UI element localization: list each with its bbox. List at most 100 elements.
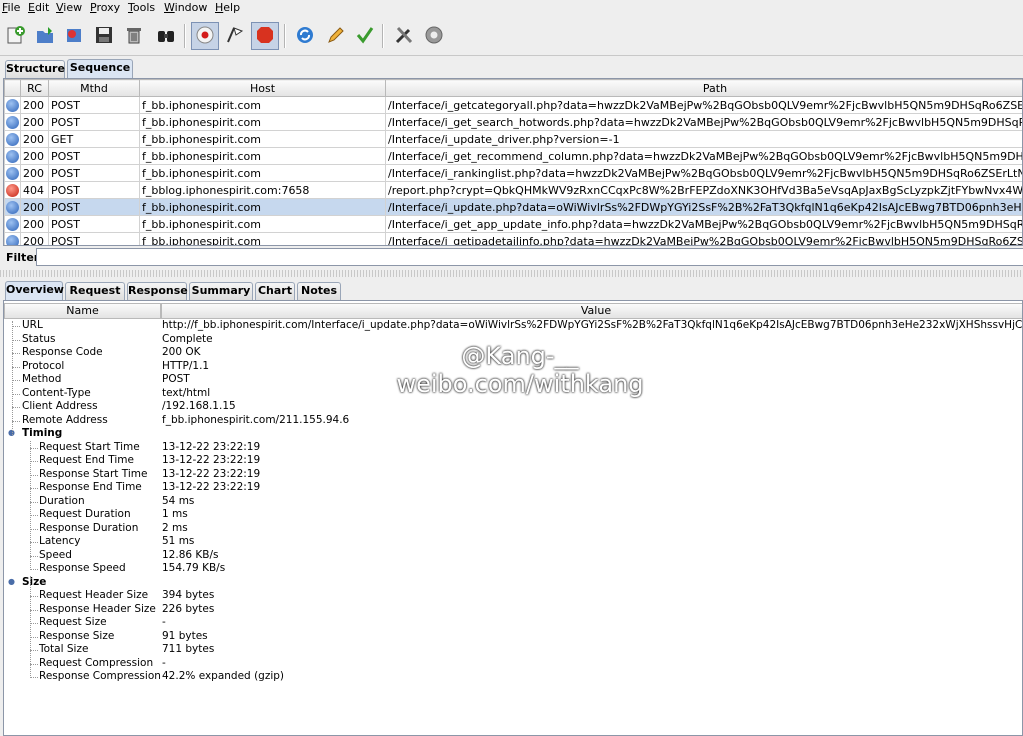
settings-button[interactable]: [420, 22, 448, 50]
tab-response[interactable]: Response: [127, 282, 188, 300]
cell-method: POST: [48, 232, 140, 245]
expand-toggle-icon[interactable]: ●: [8, 577, 15, 585]
open-button[interactable]: [31, 22, 59, 50]
tab-notes[interactable]: Notes: [297, 282, 341, 300]
tab-overview[interactable]: Overview: [5, 281, 64, 300]
property-value: f_bb.iphonespirit.com/211.155.94.6: [162, 413, 350, 426]
cell-method: GET: [48, 130, 140, 148]
cell-host: f_bb.iphonespirit.com: [139, 198, 386, 216]
tab-structure[interactable]: Structure: [5, 60, 65, 78]
status-cell: [4, 232, 21, 245]
tree-row[interactable]: Response Duration 2 ms: [4, 522, 1022, 536]
cell-rc: 200: [20, 113, 49, 131]
table-row[interactable]: 200 POST f_bb.iphonespirit.com/Interface/i…: [4, 232, 1022, 245]
split-divider[interactable]: [0, 270, 1023, 277]
clear-button[interactable]: [120, 22, 148, 50]
tree-row[interactable]: Duration 54 ms: [4, 495, 1022, 509]
tree-connector: [12, 366, 20, 368]
column-value[interactable]: Value: [161, 303, 1022, 319]
throttle-button[interactable]: [221, 22, 249, 50]
tree-row[interactable]: Request End Time 13-12-22 23:22:19: [4, 454, 1022, 468]
menu-help[interactable]: Help: [215, 1, 240, 15]
tab-summary[interactable]: Summary: [189, 282, 253, 300]
menu-edit[interactable]: Edit: [28, 1, 49, 15]
tree-row[interactable]: Latency 51 ms: [4, 535, 1022, 549]
record-button[interactable]: [191, 22, 219, 50]
tree-row[interactable]: URL http://f_bb.iphonespirit.com/Interfac…: [4, 319, 1022, 333]
tree-row[interactable]: Request Header Size 394 bytes: [4, 589, 1022, 603]
tree-row[interactable]: Client Address/192.168.1.15: [4, 400, 1022, 414]
property-value: 91 bytes: [162, 629, 208, 642]
table-row[interactable]: 200 POST f_bb.iphonespirit.com/Interface/i…: [4, 147, 1022, 165]
toolbar-separator: [184, 24, 186, 48]
close-session-button[interactable]: [60, 22, 88, 50]
menu-bar: File Edit View Proxy Tools Window Help: [0, 0, 1023, 18]
cell-rc: 200: [20, 130, 49, 148]
tree-row[interactable]: Request Size -: [4, 616, 1022, 630]
tab-sequence[interactable]: Sequence: [67, 59, 133, 78]
validate-button[interactable]: [351, 22, 379, 50]
table-row[interactable]: 404 POST f_bblog.iphonespirit.com:7658/rep…: [4, 181, 1022, 199]
column-status[interactable]: [4, 79, 21, 97]
table-row[interactable]: 200 POST f_bb.iphonespirit.com/Interface/i…: [4, 113, 1022, 131]
filter-input[interactable]: [36, 248, 1023, 266]
new-session-button[interactable]: [2, 22, 30, 50]
cell-path: /Interface/i_getipadetailinfo.php?data=h…: [385, 232, 1022, 245]
property-value: 12.86 KB/s: [162, 548, 219, 561]
tree-row[interactable]: Response Header Size 226 bytes: [4, 603, 1022, 617]
tree-connector: [30, 440, 31, 570]
repeat-icon: [295, 25, 315, 48]
tree-group[interactable]: Timing ●: [4, 427, 1022, 441]
cell-host: f_bb.iphonespirit.com: [139, 215, 386, 233]
stop-button[interactable]: [251, 22, 279, 50]
save-button[interactable]: [90, 22, 118, 50]
expand-toggle-icon[interactable]: ●: [8, 429, 15, 437]
tab-chart[interactable]: Chart: [255, 282, 295, 300]
find-button[interactable]: [152, 22, 180, 50]
column-name[interactable]: Name: [4, 303, 161, 319]
property-name: Response Start Time: [39, 467, 148, 480]
cell-method: POST: [48, 113, 140, 131]
tree-row[interactable]: Remote Address f_bb.iphonespirit.com/211.…: [4, 413, 1022, 428]
menu-view[interactable]: View: [56, 1, 82, 15]
tools-button[interactable]: [390, 22, 418, 50]
tree-connector: [30, 677, 38, 678]
menu-tools[interactable]: Tools: [128, 1, 155, 15]
table-row[interactable]: 200 POST f_bb.iphonespirit.com/Interface/i…: [4, 96, 1022, 114]
table-row[interactable]: 200 POST f_bb.iphonespirit.com/Interface/i…: [4, 215, 1022, 233]
tree-row[interactable]: Total Size 711 bytes: [4, 643, 1022, 657]
tree-group[interactable]: Size ●: [4, 576, 1022, 590]
status-ok-icon: [6, 149, 19, 163]
tree-row[interactable]: Response Compression 42.2% expanded (gzip…: [4, 670, 1022, 684]
tree-row[interactable]: Response End Time 13-12-22 23:22:19: [4, 481, 1022, 495]
property-value: 13-12-22 23:22:19: [162, 454, 261, 466]
column-method[interactable]: Mthd: [48, 79, 140, 97]
tree-connector: [30, 542, 38, 543]
tree-row[interactable]: Response Size 91 bytes: [4, 629, 1022, 644]
column-path[interactable]: Path: [385, 79, 1022, 97]
menu-file[interactable]: File: [2, 1, 20, 15]
menu-proxy[interactable]: Proxy: [90, 1, 120, 15]
tab-request[interactable]: Request: [65, 282, 125, 300]
property-value: POST: [162, 373, 190, 385]
tree-row[interactable]: Speed 12.86 KB/s: [4, 548, 1022, 563]
cell-method: POST: [48, 198, 140, 216]
tree-connector: [12, 407, 20, 408]
tree-row[interactable]: Response Start Time 13-12-22 23:22:19: [4, 467, 1022, 482]
tree-row[interactable]: Request Duration 1 ms: [4, 508, 1022, 522]
cell-host: f_bb.iphonespirit.com: [139, 164, 386, 182]
table-row[interactable]: 200 POST f_bb.iphonespirit.com/Interface/i…: [4, 164, 1022, 182]
repeat-button[interactable]: [291, 22, 319, 50]
throttle-icon: [225, 25, 245, 48]
status-cell: [4, 96, 21, 114]
tree-row[interactable]: Request Compression -: [4, 657, 1022, 671]
tree-row[interactable]: Request Start Time 13-12-22 23:22:19: [4, 441, 1022, 455]
tree-row[interactable]: Response Speed 154.79 KB/s: [4, 562, 1022, 576]
table-row[interactable]: 200 POST f_bb.iphonespirit.com/Interface/i…: [4, 198, 1022, 216]
edit-button[interactable]: [321, 22, 349, 50]
column-rc[interactable]: RC: [20, 79, 49, 97]
menu-window[interactable]: Window: [164, 1, 207, 15]
filter-bar: Filter:: [0, 246, 1023, 268]
table-row[interactable]: 200 GET f_bb.iphonespirit.com/Interface/i_…: [4, 130, 1022, 148]
column-host[interactable]: Host: [139, 79, 386, 97]
